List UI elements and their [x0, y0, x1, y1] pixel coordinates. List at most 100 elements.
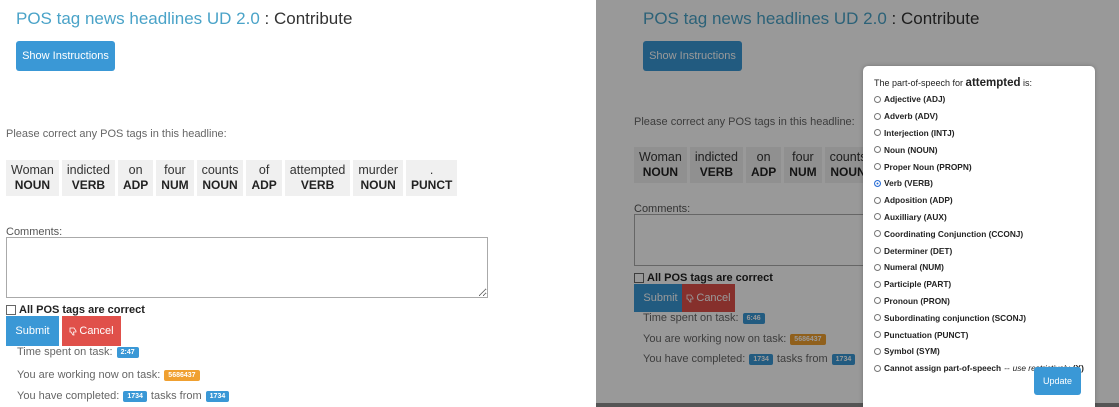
pos-option[interactable]: Punctuation (PUNCT)	[874, 326, 1084, 343]
pos-option-label: Adjective (ADJ)	[884, 94, 946, 105]
show-instructions-button[interactable]: Show Instructions	[16, 41, 115, 71]
token-word: attempted	[289, 163, 346, 177]
time-spent-label: Time spent on task:	[17, 346, 113, 358]
cancel-button[interactable]: Cancel	[62, 316, 121, 346]
token-tag[interactable]: VERB	[290, 178, 346, 193]
title-suffix: : Contribute	[259, 9, 353, 28]
token[interactable]: indicted VERB	[61, 160, 115, 196]
completed-row: You have completed: 1734 tasks from 1734	[17, 390, 230, 402]
pos-option-label: Cannot assign part-of-speech	[884, 363, 1002, 374]
token-list: Woman NOUN indicted VERB on ADP four NUM counts N…	[6, 160, 458, 196]
pos-radio[interactable]	[874, 95, 881, 103]
pos-option-label: Interjection (INTJ)	[884, 127, 955, 138]
pos-radio[interactable]	[874, 263, 881, 271]
dialog-question-suffix: is:	[1020, 78, 1033, 88]
token[interactable]: .PUNCT	[405, 160, 458, 196]
token[interactable]: on ADP	[117, 160, 154, 196]
pos-radio[interactable]	[874, 347, 881, 355]
pos-dialog: The part-of-speech for attempted is: Adj…	[863, 66, 1095, 407]
token-tag[interactable]: ADP	[251, 178, 276, 193]
pos-radio[interactable]	[874, 112, 881, 120]
project-link[interactable]: POS tag news headlines UD 2.0	[16, 9, 260, 28]
pos-option[interactable]: Adjective (ADJ)	[874, 91, 1084, 108]
pos-option-label: Participle (PART)	[884, 279, 952, 290]
pos-option[interactable]: Interjection (INTJ)	[874, 125, 1084, 142]
token[interactable]: murderNOUN	[353, 160, 403, 196]
token-word: counts	[201, 163, 239, 177]
all-correct-row[interactable]: All POS tags are correct	[6, 304, 145, 316]
prompt-text: Please correct any POS tags in this head…	[6, 128, 227, 140]
pos-option-label: Subordinating conjunction (SCONJ)	[884, 312, 1026, 323]
pos-radio[interactable]	[874, 146, 881, 154]
all-correct-checkbox[interactable]	[6, 305, 16, 315]
token-word: .	[429, 163, 434, 177]
token[interactable]: ofADP	[246, 160, 282, 196]
pos-option-label: Punctuation (PUNCT)	[884, 329, 969, 340]
pos-radio[interactable]	[874, 230, 881, 238]
pos-radio[interactable]	[874, 179, 881, 187]
pos-option-label: Adposition (ADP)	[884, 195, 953, 206]
time-spent-badge: 2:47	[116, 346, 139, 358]
pos-option-label: Pronoun (PRON)	[884, 295, 950, 306]
pos-option-label: Adverb (ADV)	[884, 111, 938, 122]
comments-textarea[interactable]	[6, 237, 488, 298]
pos-option[interactable]: Auxilliary (AUX)	[874, 209, 1084, 226]
token-word: of	[258, 163, 270, 177]
tasks-from-badge: 1734	[205, 390, 230, 402]
pos-option-label: Numeral (NUM)	[884, 262, 944, 273]
pos-radio[interactable]	[874, 129, 881, 137]
pos-option[interactable]: Noun (NOUN)	[874, 141, 1084, 158]
pos-radio[interactable]	[874, 163, 881, 171]
time-spent-row: Time spent on task: 2:47	[17, 346, 139, 358]
pos-radio[interactable]	[874, 280, 881, 288]
pos-option-label: Verb (VERB)	[884, 178, 933, 189]
token-tag[interactable]: NOUN	[202, 178, 239, 193]
pos-option[interactable]: Adposition (ADP)	[874, 192, 1084, 209]
completed-label: You have completed:	[17, 390, 120, 402]
token-tag[interactable]: NOUN	[11, 178, 54, 193]
token-word: on	[128, 163, 143, 177]
pos-option[interactable]: Proper Noun (PROPN)	[874, 158, 1084, 175]
working-task-label: You are working now on task:	[17, 369, 161, 381]
token-tag[interactable]: NUM	[161, 178, 188, 193]
dialog-question-prefix: The part-of-speech for	[874, 78, 966, 88]
token-tag[interactable]: NOUN	[358, 178, 398, 193]
pos-option[interactable]: Numeral (NUM)	[874, 259, 1084, 276]
pos-option[interactable]: Pronoun (PRON)	[874, 293, 1084, 310]
left-panel: POS tag news headlines UD 2.0 : Contribu…	[0, 0, 560, 407]
pos-option[interactable]: Participle (PART)	[874, 276, 1084, 293]
submit-button[interactable]: Submit	[6, 316, 59, 346]
token-word: indicted	[66, 163, 110, 177]
pos-radio[interactable]	[874, 247, 881, 255]
token[interactable]: counts NOUN	[196, 160, 244, 196]
pos-radio[interactable]	[874, 314, 881, 322]
pos-option[interactable]: Coordinating Conjunction (CCONJ)	[874, 225, 1084, 242]
dialog-word: attempted	[965, 77, 1021, 89]
pos-option-label: Determiner (DET)	[884, 245, 953, 256]
pos-option[interactable]: Symbol (SYM)	[874, 343, 1084, 360]
pos-option-label: Coordinating Conjunction (CCONJ)	[884, 228, 1024, 239]
pos-option[interactable]: Verb (VERB)	[874, 175, 1084, 192]
tasks-from-label: tasks from	[150, 390, 202, 402]
token-tag[interactable]: ADP	[123, 178, 148, 193]
token-tag[interactable]: VERB	[67, 178, 110, 193]
working-task-row: You are working now on task: 5686437	[17, 369, 200, 381]
token[interactable]: Woman NOUN	[6, 160, 59, 196]
pos-radio[interactable]	[874, 364, 881, 372]
pos-radio[interactable]	[874, 297, 881, 305]
page-title: POS tag news headlines UD 2.0 : Contribu…	[16, 9, 352, 29]
pos-option-label: Noun (NOUN)	[884, 144, 938, 155]
pos-option[interactable]: Adverb (ADV)	[874, 108, 1084, 125]
token[interactable]: four NUM	[156, 160, 194, 196]
pos-radio[interactable]	[874, 196, 881, 204]
token-tag[interactable]: PUNCT	[411, 178, 452, 193]
update-button[interactable]: Update	[1034, 367, 1081, 395]
pos-option[interactable]: Subordinating conjunction (SCONJ)	[874, 309, 1084, 326]
working-task-badge: 5686437	[164, 369, 200, 381]
pos-option-label: Auxilliary (AUX)	[884, 211, 947, 222]
pos-option[interactable]: Determiner (DET)	[874, 242, 1084, 259]
pos-radio[interactable]	[874, 213, 881, 221]
token[interactable]: attemptedVERB	[284, 160, 351, 196]
pos-radio[interactable]	[874, 331, 881, 339]
token-word: murder	[358, 163, 398, 177]
